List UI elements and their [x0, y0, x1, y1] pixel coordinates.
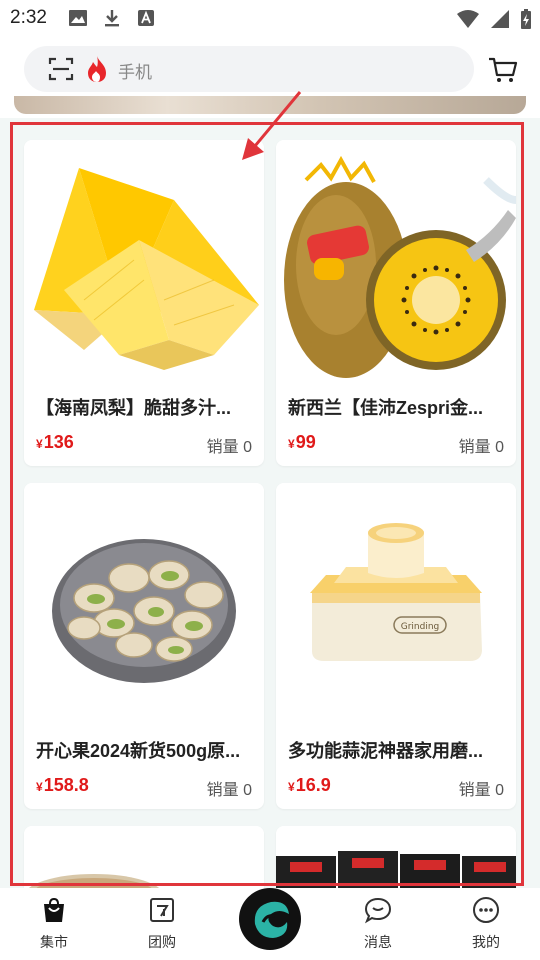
product-title: 【海南凤梨】脆甜多汁...	[36, 398, 232, 418]
product-card[interactable]: 新西兰【佳沛Zespri金... ¥99 销量 0	[276, 140, 516, 466]
product-card[interactable]: 【海南凤梨】脆甜多汁... ¥136 销量 0	[24, 140, 264, 466]
search-input[interactable]: 手机	[24, 46, 474, 92]
font-a-icon	[136, 8, 156, 28]
app-logo-icon	[254, 901, 289, 938]
product-image-kiwi[interactable]	[276, 140, 516, 380]
nav-messages[interactable]: 消息	[338, 888, 418, 960]
gallery-icon	[68, 8, 88, 28]
center-app-button[interactable]	[239, 888, 301, 950]
fire-icon	[88, 56, 106, 82]
product-sales: 销量 0	[206, 782, 252, 799]
product-image-partial[interactable]	[24, 826, 264, 888]
product-title: 新西兰【佳沛Zespri金...	[288, 398, 484, 418]
product-image-pistachio[interactable]	[24, 483, 264, 723]
nav-label: 团购	[148, 934, 176, 950]
product-card[interactable]	[276, 826, 516, 888]
product-price: ¥136	[36, 432, 74, 452]
product-card[interactable]: Grinding 多功能蒜泥神器家用磨... ¥16.9 销量 0	[276, 483, 516, 809]
profile-dots-icon	[473, 897, 499, 923]
product-image-partial[interactable]	[276, 826, 516, 888]
signal-icon	[490, 9, 510, 34]
group-buy-icon	[150, 898, 174, 922]
nav-market[interactable]: 集市	[14, 888, 94, 960]
product-image-garlic-grinder[interactable]: Grinding	[276, 483, 516, 723]
product-image-pineapple[interactable]	[24, 140, 264, 380]
search-placeholder: 手机	[118, 63, 152, 82]
product-sales: 销量 0	[458, 439, 504, 456]
wifi-icon	[456, 9, 480, 34]
product-grid: 【海南凤梨】脆甜多汁... ¥136 销量 0 新西兰【佳沛Zespri金...…	[0, 118, 540, 888]
status-system-icons	[456, 8, 532, 35]
product-price: ¥16.9	[288, 775, 331, 795]
nav-label: 消息	[364, 934, 392, 950]
status-time: 2:32	[10, 7, 47, 28]
download-icon	[102, 8, 122, 28]
chat-bubble-icon	[364, 897, 392, 924]
product-sales: 销量 0	[458, 782, 504, 799]
bottom-navigation: 集市 团购 消息 我的	[0, 888, 540, 960]
product-card[interactable]: 开心果2024新货500g原... ¥158.8 销量 0	[24, 483, 264, 809]
annotation-arrow-icon	[242, 91, 302, 160]
product-title: 开心果2024新货500g原...	[36, 741, 241, 761]
status-bar: 2:32	[0, 0, 540, 36]
nav-group-buy[interactable]: 团购	[122, 888, 202, 960]
nav-label: 集市	[40, 934, 68, 950]
cart-icon[interactable]	[488, 56, 518, 84]
status-notification-icons	[68, 8, 156, 28]
product-title: 多功能蒜泥神器家用磨...	[288, 741, 484, 761]
product-sales: 销量 0	[206, 439, 252, 456]
battery-charging-icon	[520, 8, 532, 35]
scan-icon[interactable]	[48, 56, 74, 82]
nav-label: 我的	[472, 934, 500, 950]
nav-profile[interactable]: 我的	[446, 888, 526, 960]
product-price: ¥158.8	[36, 775, 89, 795]
shopping-bag-icon	[44, 897, 64, 922]
product-price: ¥99	[288, 432, 316, 452]
svg-text:Grinding: Grinding	[401, 622, 440, 632]
product-card[interactable]	[24, 826, 264, 888]
